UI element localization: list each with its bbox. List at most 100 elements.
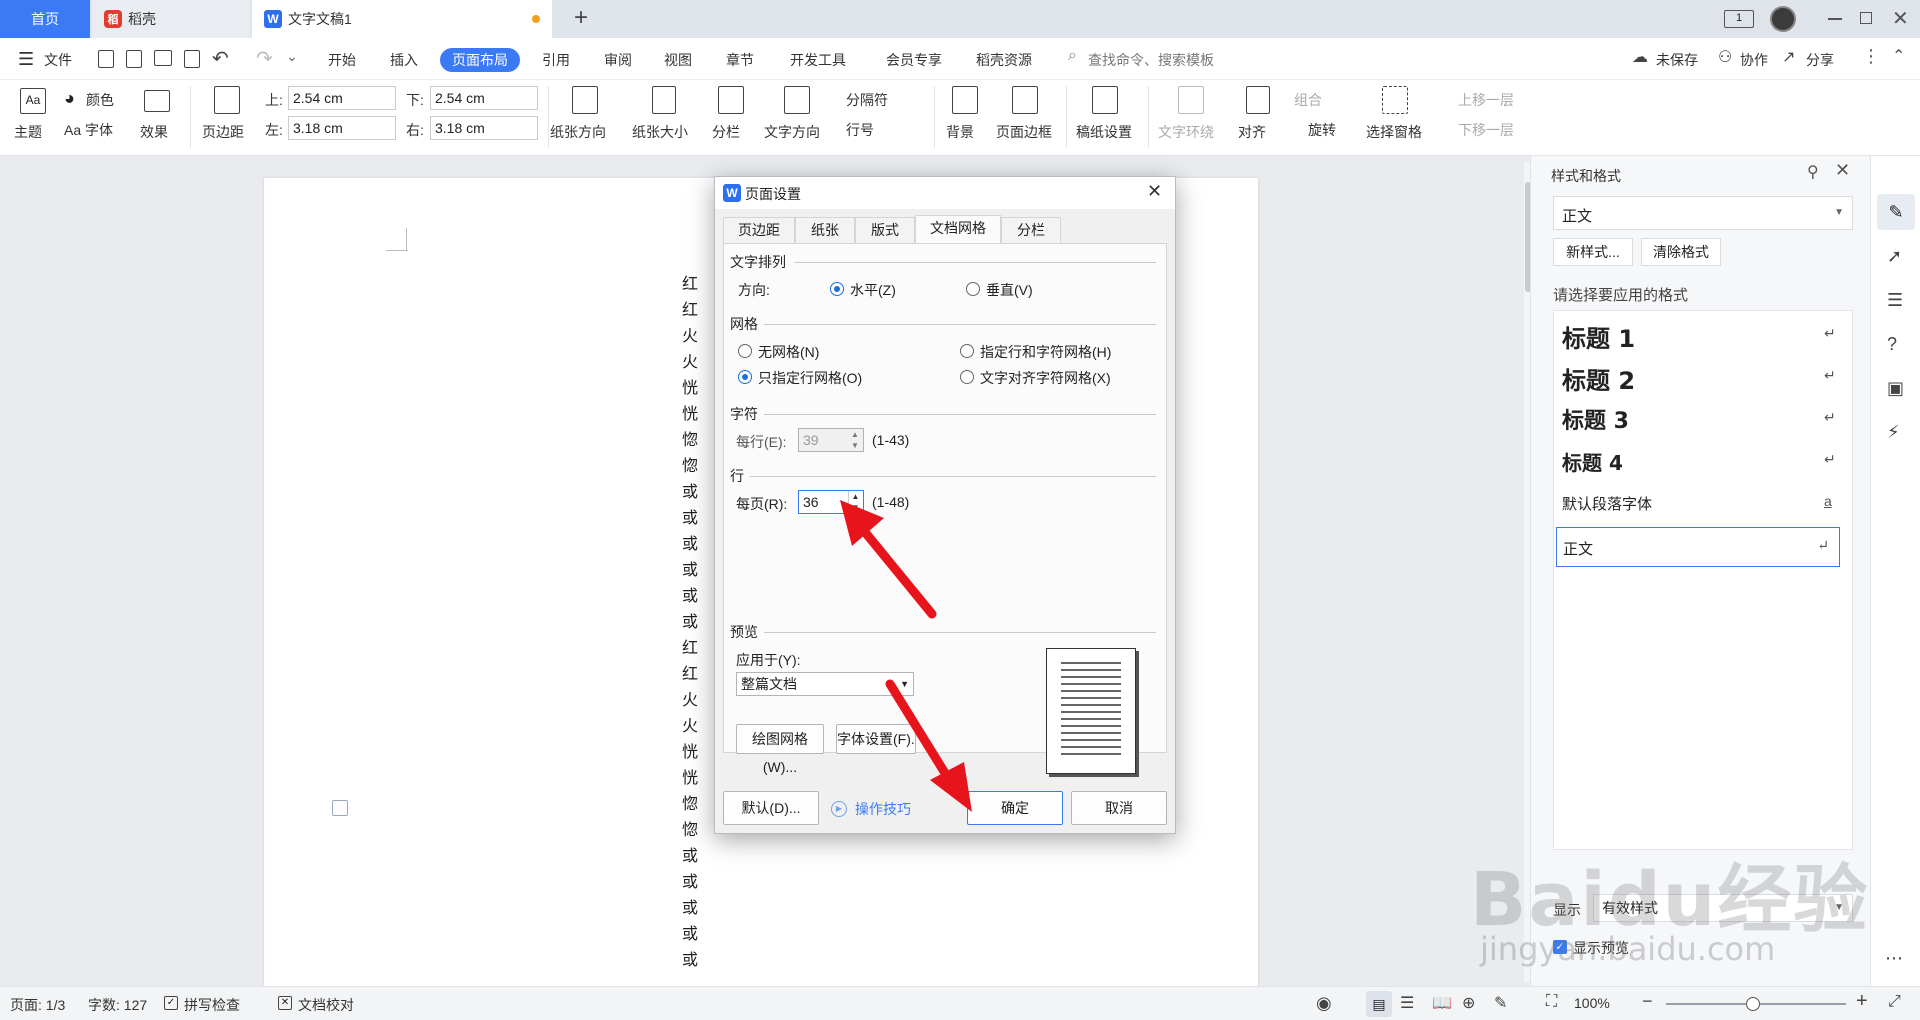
tab-docer[interactable]: 稻 稻壳 xyxy=(92,0,250,38)
background-button[interactable]: 背景 xyxy=(946,122,974,142)
font-button[interactable]: Aa 字体 xyxy=(64,120,113,140)
tips-link[interactable]: 操作技巧 xyxy=(855,799,911,819)
eye-protection-icon[interactable]: ◉ xyxy=(1316,993,1332,1014)
text-direction-button[interactable]: 文字方向 xyxy=(764,122,820,142)
tab-document-grid[interactable]: 文档网格 xyxy=(915,215,1001,243)
tab-columns[interactable]: 分栏 xyxy=(1001,217,1061,243)
menu-references[interactable]: 引用 xyxy=(542,48,570,72)
page-border-button[interactable]: 页面边框 xyxy=(996,122,1052,142)
page-size-button[interactable]: 纸张大小 xyxy=(632,122,688,142)
cancel-button[interactable]: 取消 xyxy=(1071,791,1167,825)
pen-icon[interactable]: ✎ xyxy=(1877,194,1915,230)
help-icon[interactable]: ? xyxy=(1887,334,1897,355)
line-number-button[interactable]: 行号 xyxy=(846,120,874,140)
tab-home[interactable]: 首页 xyxy=(0,0,90,38)
ok-button[interactable]: 确定 xyxy=(967,791,1063,825)
annotate-icon[interactable]: ✎ xyxy=(1494,993,1507,1013)
horizontal-radio[interactable] xyxy=(830,282,844,296)
sliders-icon[interactable]: ☰ xyxy=(1887,290,1903,311)
page-border-icon[interactable] xyxy=(1012,86,1038,114)
orientation-button[interactable]: 纸张方向 xyxy=(550,122,606,142)
new-style-button[interactable]: 新样式... xyxy=(1553,238,1633,266)
bottom-margin-input[interactable]: 2.54 cm xyxy=(430,86,538,110)
export-icon[interactable] xyxy=(126,50,142,68)
page-view-icon[interactable]: ▤ xyxy=(1366,991,1392,1017)
effect-icon[interactable] xyxy=(144,90,170,112)
menu-file[interactable]: 文件 xyxy=(44,48,72,72)
menu-home[interactable]: 开始 xyxy=(328,48,356,72)
zoom-out-icon[interactable]: − xyxy=(1642,991,1653,1012)
theme-icon[interactable]: Aa xyxy=(20,88,46,114)
menu-review[interactable]: 审阅 xyxy=(604,48,632,72)
word-count[interactable]: 字数: 127 xyxy=(88,995,147,1015)
more-icon[interactable]: ⋮ xyxy=(1862,46,1880,67)
selection-pane-button[interactable]: 选择窗格 xyxy=(1366,122,1422,142)
collapse-ribbon-icon[interactable]: ⌃ xyxy=(1892,46,1905,66)
menu-view[interactable]: 视图 xyxy=(664,48,692,72)
outline-view-icon[interactable]: ☰ xyxy=(1400,993,1414,1013)
align-char-grid-radio[interactable] xyxy=(960,370,974,384)
style-heading-3[interactable]: 标题 3 xyxy=(1562,403,1629,435)
page-indicator[interactable]: 页面: 1/3 xyxy=(10,995,65,1015)
window-layout-icon[interactable]: 1 xyxy=(1724,10,1754,28)
tab-document[interactable]: W 文字文稿1 xyxy=(252,0,552,38)
menu-insert[interactable]: 插入 xyxy=(390,48,418,72)
image-settings-icon[interactable]: ▣ xyxy=(1887,378,1904,399)
collab-button[interactable]: 协作 xyxy=(1740,48,1768,72)
paragraph-layout-icon[interactable] xyxy=(332,800,348,816)
style-normal[interactable]: 正文 ↵ xyxy=(1556,527,1840,567)
line-grid-radio[interactable] xyxy=(738,370,752,384)
rotate-button[interactable]: 旋转 xyxy=(1308,120,1336,140)
font-settings-button[interactable]: 字体设置(F)... xyxy=(836,724,916,754)
grid-paper-icon[interactable] xyxy=(1092,86,1118,114)
menu-developer[interactable]: 开发工具 xyxy=(790,48,846,72)
default-button[interactable]: 默认(D)... xyxy=(723,791,819,825)
zoom-in-icon[interactable]: + xyxy=(1856,990,1868,1013)
close-pane-icon[interactable]: ✕ xyxy=(1835,160,1850,181)
pin-icon[interactable]: ⚲ xyxy=(1807,162,1819,182)
align-button[interactable]: 对齐 xyxy=(1238,122,1266,142)
text-direction-icon[interactable] xyxy=(784,86,810,114)
restore-icon[interactable] xyxy=(1860,12,1872,24)
breaks-button[interactable]: 分隔符 xyxy=(846,90,888,110)
menu-chapter[interactable]: 章节 xyxy=(726,48,754,72)
menu-page-layout[interactable]: 页面布局 xyxy=(440,48,520,72)
margin-button[interactable]: 页边距 xyxy=(202,122,244,142)
reading-view-icon[interactable]: 📖 xyxy=(1432,993,1452,1013)
web-view-icon[interactable]: ⊕ xyxy=(1462,993,1475,1013)
save-icon[interactable] xyxy=(98,50,114,68)
command-search-input[interactable]: 查找命令、搜索模板 xyxy=(1088,48,1214,72)
style-heading-4[interactable]: 标题 4 xyxy=(1562,447,1623,476)
color-button[interactable]: 颜色 xyxy=(86,90,114,110)
redo-icon[interactable]: ↷ xyxy=(256,46,273,71)
page-size-icon[interactable] xyxy=(652,86,676,114)
fit-page-icon[interactable]: ⛶ xyxy=(1546,993,1557,1011)
style-heading-2[interactable]: 标题 2 xyxy=(1562,361,1635,396)
dialog-close-icon[interactable]: ✕ xyxy=(1147,181,1162,202)
align-icon[interactable] xyxy=(1246,86,1270,114)
selection-pane-icon[interactable] xyxy=(1382,86,1408,114)
theme-button[interactable]: 主题 xyxy=(14,122,42,142)
styles-pane-title[interactable]: 样式和格式 xyxy=(1551,166,1621,186)
sidebar-more-icon[interactable]: ⋯ xyxy=(1885,948,1903,969)
columns-button[interactable]: 分栏 xyxy=(712,122,740,142)
cursor-icon[interactable]: ➚ xyxy=(1887,246,1902,267)
new-tab-button[interactable]: + xyxy=(574,4,588,32)
zoom-level[interactable]: 100% xyxy=(1574,995,1610,1011)
menu-docer-resources[interactable]: 稻壳资源 xyxy=(976,48,1032,72)
top-margin-input[interactable]: 2.54 cm xyxy=(288,86,396,110)
draw-grid-button[interactable]: 绘图网格(W)... xyxy=(736,724,824,775)
columns-icon[interactable] xyxy=(718,86,744,114)
orientation-icon[interactable] xyxy=(572,86,598,114)
print-icon[interactable] xyxy=(154,50,172,66)
right-margin-input[interactable]: 3.18 cm xyxy=(430,116,538,140)
per-page-spinner-icon[interactable]: ▲ ▼ xyxy=(848,491,862,513)
line-char-grid-radio[interactable] xyxy=(960,344,974,358)
flash-icon[interactable]: ⚡ xyxy=(1887,422,1900,443)
style-heading-1[interactable]: 标题 1 xyxy=(1562,319,1635,354)
style-default-paragraph-font[interactable]: 默认段落字体 xyxy=(1562,493,1652,514)
vertical-radio[interactable] xyxy=(966,282,980,296)
minimize-icon[interactable] xyxy=(1828,18,1842,20)
tab-paper[interactable]: 纸张 xyxy=(795,217,855,243)
spell-check-button[interactable]: 拼写检查 xyxy=(184,995,240,1015)
